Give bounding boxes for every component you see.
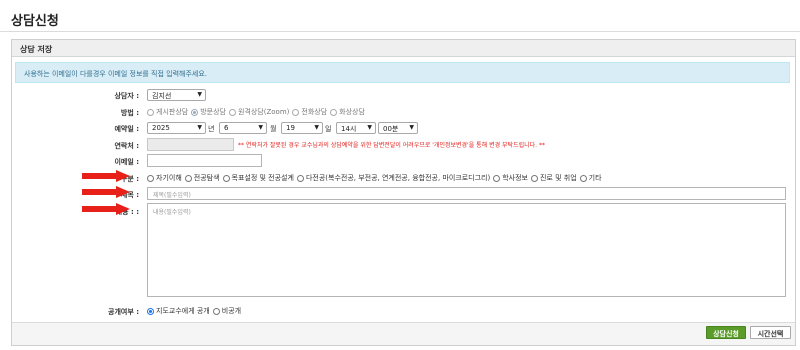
category-option-etc[interactable]: 기타 <box>579 173 602 183</box>
page-title: 상담신청 <box>11 14 59 29</box>
visibility-option-private[interactable]: 비공개 <box>212 306 241 316</box>
radio-icon <box>184 174 192 182</box>
method-option-board[interactable]: 게시판상담 <box>147 107 188 117</box>
chevron-down-icon: ▼ <box>409 124 414 131</box>
subject-field[interactable]: 제목(필수입력) <box>147 187 786 200</box>
contact-label: 연락처 : <box>114 142 139 150</box>
minute-select[interactable]: 00분 ▼ <box>378 122 418 134</box>
method-label: 방법 : <box>120 109 139 117</box>
category-radio-group: 자기이해 전공탐색 목표설정 및 전공설계 다전공(복수전공, 부전공, 연계전… <box>147 173 605 183</box>
radio-icon <box>292 108 300 116</box>
radio-checked-icon <box>147 307 154 315</box>
email-label: 이메일 : <box>114 158 139 166</box>
radio-icon <box>147 174 154 182</box>
method-option-phone[interactable]: 전화상담 <box>292 107 327 117</box>
radio-icon <box>579 174 587 182</box>
radio-icon <box>222 174 230 182</box>
content-textarea[interactable]: 내용(필수입력) <box>147 203 786 297</box>
radio-icon <box>296 174 304 182</box>
category-option-academic[interactable]: 학사정보 <box>493 173 528 183</box>
visibility-label: 공개여부 : <box>108 308 139 316</box>
chevron-down-icon: ▼ <box>258 124 263 131</box>
contact-field[interactable] <box>147 138 234 151</box>
month-unit: 월 <box>270 125 277 133</box>
visibility-option-advisor[interactable]: 지도교수에게 공개 <box>147 306 210 316</box>
counselor-select[interactable]: 김지선 ▼ <box>147 89 206 101</box>
category-option-goal[interactable]: 목표설정 및 전공설계 <box>222 173 294 183</box>
method-radio-group: 게시판상담 방문상담 원격상담(Zoom) 전화상담 화상상담 <box>147 107 368 117</box>
radio-checked-icon <box>191 108 199 116</box>
chevron-down-icon: ▼ <box>367 124 372 131</box>
chevron-down-icon: ▼ <box>197 124 202 131</box>
counselor-select-value: 김지선 <box>152 92 172 100</box>
counselor-label: 상담자 : <box>114 92 139 100</box>
chevron-down-icon: ▼ <box>314 124 319 131</box>
email-field[interactable] <box>147 154 262 167</box>
hour-select[interactable]: 14시 ▼ <box>336 122 376 134</box>
method-option-video[interactable]: 화상상담 <box>330 107 365 117</box>
title-divider <box>0 31 800 32</box>
day-unit: 일 <box>325 125 332 133</box>
radio-icon <box>493 174 501 182</box>
category-option-major-explore[interactable]: 전공탐색 <box>184 173 220 183</box>
contact-warning: ** 연락처가 잘못된 경우 교수님과의 상담예약을 위한 답변전달이 어려우므… <box>238 142 545 149</box>
time-select-button[interactable]: 시간선택 <box>750 326 791 339</box>
info-alert: 사용하는 이메일이 다를경우 이메일 정보를 직접 입력해주세요. <box>15 62 790 83</box>
arrow-right-icon <box>82 186 130 198</box>
radio-icon <box>330 108 338 116</box>
submit-counsel-button[interactable]: 상담신청 <box>706 326 746 339</box>
year-select[interactable]: 2025 ▼ <box>147 122 206 134</box>
panel-heading: 상담 저장 <box>12 40 795 57</box>
radio-icon <box>228 108 236 116</box>
radio-icon <box>147 108 154 116</box>
chevron-down-icon: ▼ <box>197 91 202 98</box>
year-unit: 년 <box>208 125 215 133</box>
day-select[interactable]: 19 ▼ <box>281 122 323 134</box>
month-select[interactable]: 6 ▼ <box>219 122 267 134</box>
arrow-right-icon <box>82 170 130 182</box>
category-option-career[interactable]: 진로 및 취업 <box>530 173 577 183</box>
method-option-visit[interactable]: 방문상담 <box>191 107 226 117</box>
method-option-zoom[interactable]: 원격상담(Zoom) <box>228 107 289 117</box>
arrow-right-icon <box>82 203 130 215</box>
radio-icon <box>212 307 220 315</box>
radio-icon <box>530 174 538 182</box>
category-option-multi-major[interactable]: 다전공(복수전공, 부전공, 연계전공, 융합전공, 마이크로디그리) <box>296 173 490 183</box>
visibility-radio-group: 지도교수에게 공개 비공개 <box>147 306 244 316</box>
category-option-self[interactable]: 자기이해 <box>147 173 182 183</box>
date-label: 예약일 : <box>114 125 139 133</box>
form-footer <box>12 323 795 345</box>
